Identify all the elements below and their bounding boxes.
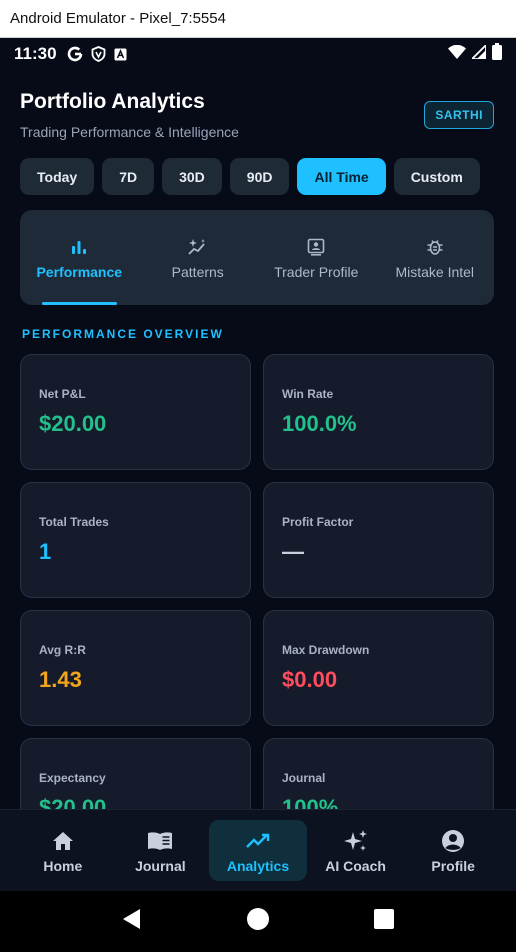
metric-label: Profit Factor [282, 515, 354, 529]
shield-icon [91, 46, 106, 62]
bottom-navigation: Home Journal Analytics AI Coach Profile [0, 809, 516, 891]
metric-card-profit-factor[interactable]: Profit Factor — [263, 482, 494, 598]
metric-label: Expectancy [39, 771, 106, 785]
tab-mistake-intel-label: Mistake Intel [395, 263, 475, 280]
nav-home[interactable]: Home [14, 820, 112, 881]
trend-icon [246, 828, 270, 854]
metric-label: Total Trades [39, 515, 109, 529]
metric-value: 1.43 [39, 667, 82, 692]
back-icon[interactable] [122, 908, 142, 935]
nav-journal-label: Journal [135, 857, 186, 874]
metric-card-max-drawdown[interactable]: Max Drawdown $0.00 [263, 610, 494, 726]
window-title-bar: Android Emulator - Pixel_7:5554 [0, 0, 516, 38]
metric-value: 100.0% [282, 411, 357, 436]
metric-value: $0.00 [282, 667, 338, 692]
recents-icon[interactable] [373, 909, 394, 934]
section-title: PERFORMANCE OVERVIEW [22, 327, 224, 341]
google-icon [67, 46, 83, 62]
window-title: Android Emulator - Pixel_7:5554 [10, 10, 226, 27]
metric-label: Net P&L [39, 387, 86, 401]
tab-performance-label: Performance [36, 263, 123, 280]
home-circle-icon[interactable] [246, 908, 269, 935]
tab-mistake-intel[interactable]: Mistake Intel [376, 210, 495, 305]
page-title: Portfolio Analytics [20, 90, 205, 113]
metric-value: — [282, 539, 304, 564]
range-30d[interactable]: 30D [162, 158, 222, 195]
status-time: 11:30 [14, 44, 57, 63]
tab-patterns-label: Patterns [171, 263, 224, 280]
range-90d[interactable]: 90D [229, 158, 290, 195]
nav-journal[interactable]: Journal [112, 820, 210, 881]
person-icon [441, 828, 465, 854]
range-custom[interactable]: Custom [393, 158, 480, 195]
metric-label: Avg R:R [39, 643, 86, 657]
metric-label: Win Rate [282, 387, 334, 401]
sparkles-icon [343, 828, 368, 854]
metric-card-win-rate[interactable]: Win Rate 100.0% [263, 354, 494, 470]
bar-chart-icon [71, 236, 87, 258]
tab-patterns[interactable]: Patterns [139, 210, 258, 305]
metric-card-avg-rr[interactable]: Avg R:R 1.43 [20, 610, 251, 726]
nav-profile[interactable]: Profile [404, 820, 502, 881]
home-icon [52, 828, 74, 854]
nav-ai-coach-label: AI Coach [325, 857, 386, 874]
page-header: Portfolio Analytics Trading Performance … [20, 90, 239, 140]
metric-value: $20.00 [39, 411, 107, 436]
metric-card-net-pnl[interactable]: Net P&L $20.00 [20, 354, 251, 470]
signal-icon [469, 42, 487, 64]
range-today[interactable]: Today [20, 158, 95, 195]
user-badge[interactable]: SARTHI [424, 101, 494, 129]
nav-ai-coach[interactable]: AI Coach [307, 820, 405, 881]
metric-card-total-trades[interactable]: Total Trades 1 [20, 482, 251, 598]
range-7d[interactable]: 7D [102, 158, 155, 195]
analytics-tabs: Performance Patterns Trader Profile Mist… [20, 210, 494, 305]
notification-a-icon [114, 48, 127, 61]
sparkle-chart-icon [188, 236, 208, 258]
bug-icon [426, 236, 444, 258]
phone-screen: 11:30 Portfolio Analytics Trading Perfor… [0, 38, 516, 952]
id-card-icon [307, 236, 325, 258]
tab-trader-profile[interactable]: Trader Profile [257, 210, 376, 305]
date-range-selector: Today 7D 30D 90D All Time Custom [20, 158, 480, 195]
status-bar: 11:30 [0, 38, 516, 70]
metric-value: 1 [39, 539, 52, 564]
tab-trader-profile-label: Trader Profile [274, 263, 359, 280]
wifi-icon [448, 44, 466, 64]
nav-profile-label: Profile [431, 857, 475, 874]
tab-performance[interactable]: Performance [20, 210, 139, 305]
nav-home-label: Home [43, 857, 83, 874]
metric-label: Max Drawdown [282, 643, 370, 657]
metric-label: Journal [282, 771, 326, 785]
battery-icon [492, 43, 502, 65]
range-all-time[interactable]: All Time [297, 158, 386, 195]
nav-analytics-label: Analytics [226, 857, 290, 874]
page-subtitle: Trading Performance & Intelligence [20, 124, 239, 140]
system-navigation-bar [0, 891, 516, 952]
book-icon [147, 828, 173, 854]
nav-analytics[interactable]: Analytics [209, 820, 307, 881]
